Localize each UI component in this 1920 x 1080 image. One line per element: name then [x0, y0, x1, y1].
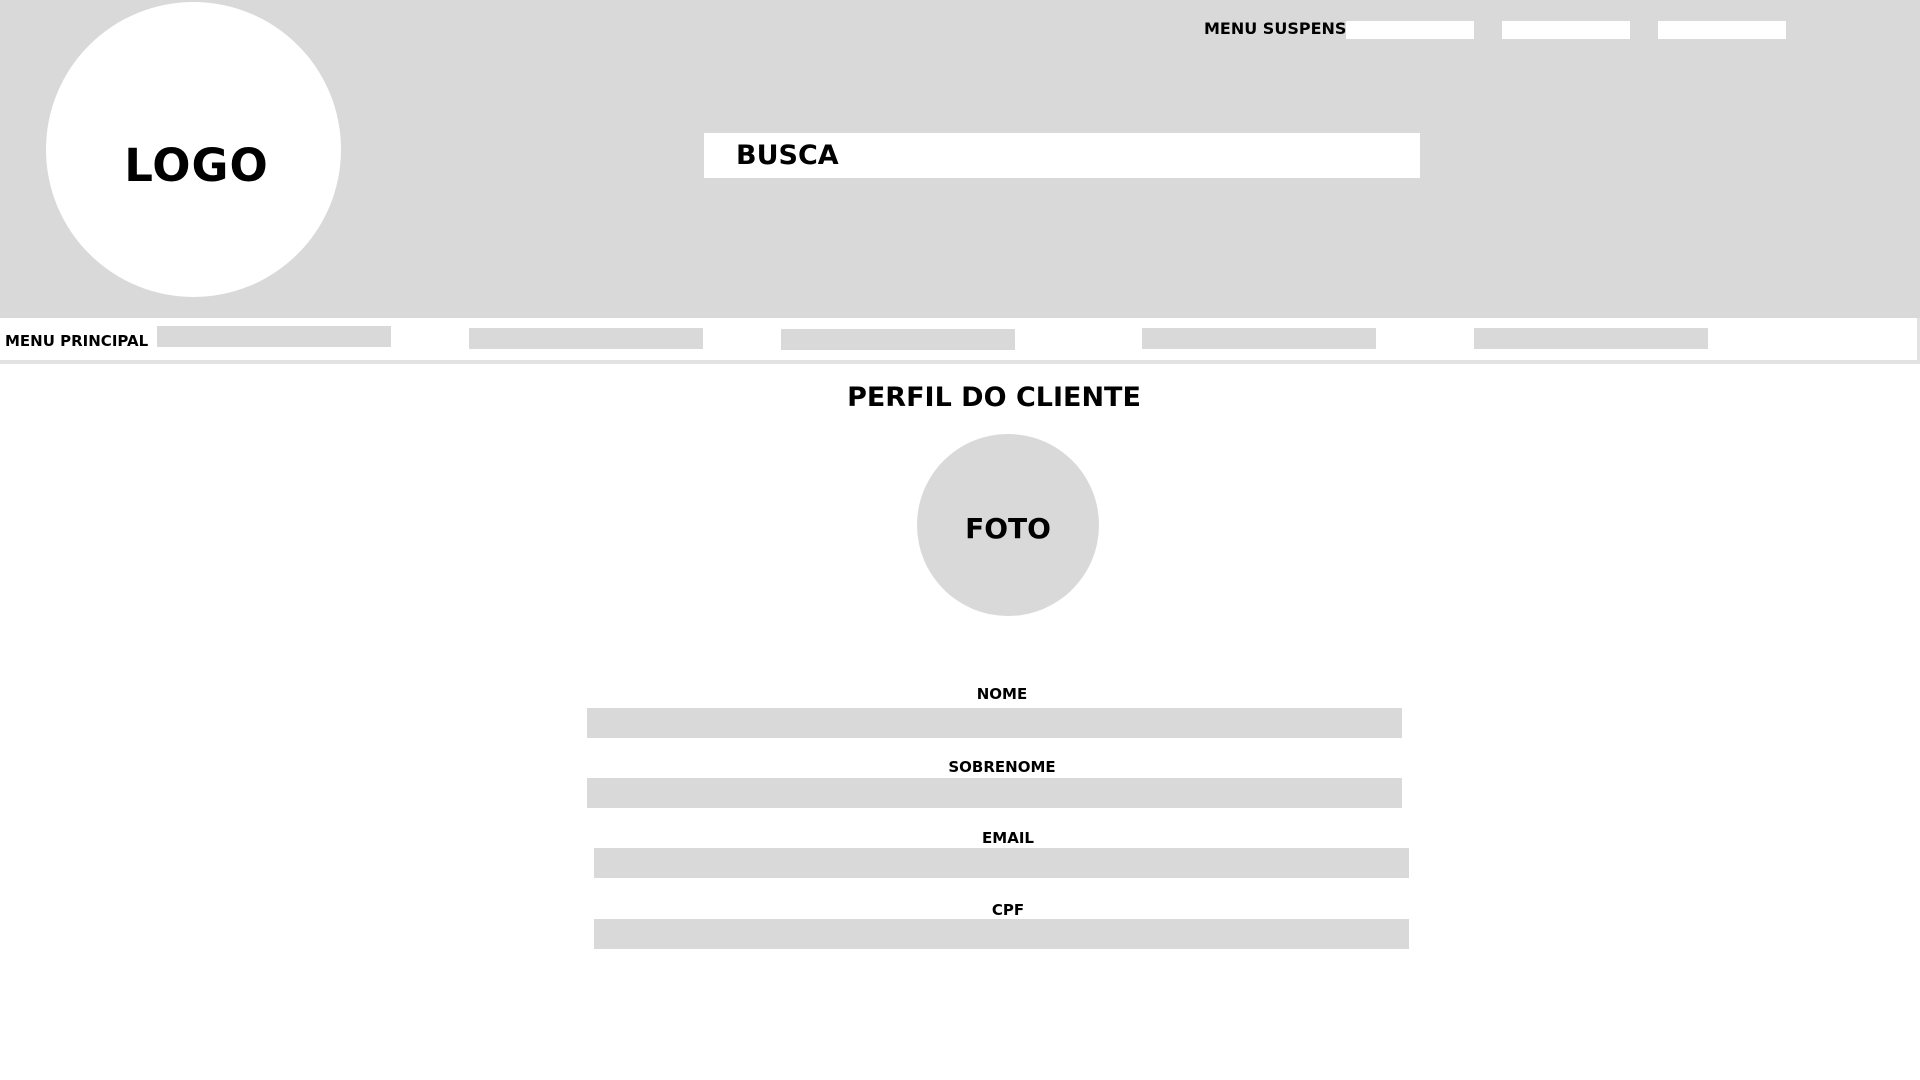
main-menu-bar: MENU PRINCIPAL	[0, 318, 1920, 364]
cpf-label: CPF	[991, 901, 1025, 919]
main-menu-item-2[interactable]	[469, 328, 703, 349]
main-menu-item-1[interactable]	[157, 326, 391, 347]
dropdown-menu-item-1[interactable]	[1346, 21, 1474, 39]
search-label: BUSCA	[736, 140, 839, 171]
main-menu-item-4[interactable]	[1142, 328, 1376, 349]
sobrenome-field[interactable]	[587, 778, 1402, 808]
main-menu-item-5[interactable]	[1474, 328, 1708, 349]
main-menu-label: MENU PRINCIPAL	[5, 332, 149, 350]
dropdown-menu-item-2[interactable]	[1502, 21, 1630, 39]
page-title: PERFIL DO CLIENTE	[847, 382, 1141, 413]
email-label: EMAIL	[982, 829, 1034, 847]
logo-text: LOGO	[124, 139, 269, 192]
page: LOGO MENU SUSPENSO BUSCA MENU PRINCIPAL …	[0, 0, 1920, 1080]
dropdown-menu-item-3[interactable]	[1658, 21, 1786, 39]
email-field[interactable]	[594, 848, 1409, 878]
nome-field[interactable]	[587, 708, 1402, 738]
nome-label: NOME	[976, 685, 1028, 703]
profile-photo-label: FOTO	[965, 511, 1051, 545]
site-header: LOGO MENU SUSPENSO BUSCA	[0, 0, 1920, 318]
cpf-field[interactable]	[594, 919, 1409, 949]
main-menu-item-3[interactable]	[781, 329, 1015, 350]
logo[interactable]: LOGO	[46, 2, 341, 297]
sobrenome-label: SOBRENOME	[948, 758, 1056, 776]
dropdown-menu-label: MENU SUSPENSO	[1204, 19, 1361, 38]
search-bar[interactable]: BUSCA	[704, 133, 1420, 178]
profile-photo[interactable]: FOTO	[917, 434, 1099, 616]
